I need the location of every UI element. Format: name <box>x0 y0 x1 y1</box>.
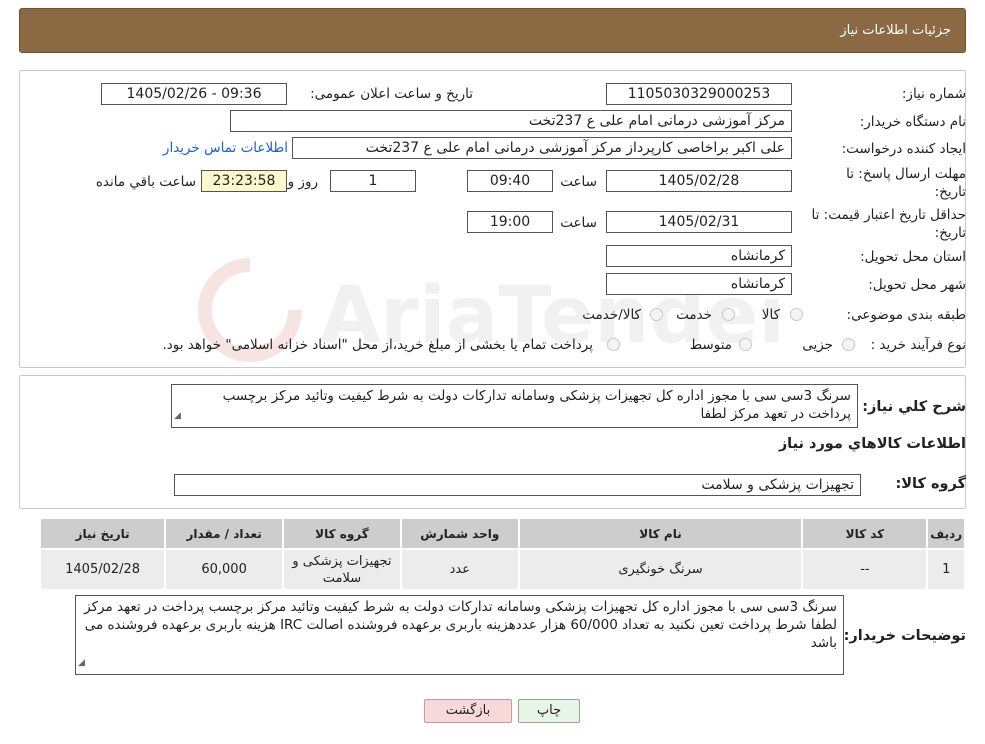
province-label: استان محل تحویل: <box>860 249 966 265</box>
items-section-title: اطلاعات کالاهاي مورد نياز <box>778 436 966 452</box>
description-text: سرنگ 3سی سی با مجوز اداره کل تجهیزات پزش… <box>222 388 851 422</box>
category-option-goods-service: کالا/خدمت <box>582 307 641 323</box>
table-header-row: ردیف کد کالا نام کالا واحد شمارش گروه کا… <box>38 517 966 550</box>
col-date-header: تاریخ نیاز <box>38 517 167 550</box>
process-radio-medium[interactable] <box>739 338 752 351</box>
col-code-header: کد کالا <box>801 517 929 550</box>
cell-unit: عدد <box>399 548 520 591</box>
category-radio-goods[interactable] <box>790 308 803 321</box>
deadline-time-field: 09:40 <box>467 170 553 192</box>
process-note: پرداخت تمام یا بخشی از مبلغ خرید،از محل … <box>162 337 593 353</box>
resize-grip-icon[interactable]: ◢ <box>78 654 85 672</box>
process-radio-minor[interactable] <box>842 338 855 351</box>
col-qty-header: تعداد / مقدار <box>164 517 285 550</box>
buyer-notes-label: توضیحات خریدار: <box>843 628 966 644</box>
col-group-header: گروه کالا <box>282 517 402 550</box>
creator-label: ایجاد کننده درخواست: <box>841 141 966 157</box>
days-field: 1 <box>330 170 416 192</box>
announce-label: تاریخ و ساعت اعلان عمومی: <box>310 86 473 102</box>
category-radio-service[interactable] <box>722 308 735 321</box>
city-field: کرمانشاه <box>606 273 792 295</box>
contact-buyer-link[interactable]: اطلاعات تماس خریدار <box>163 140 288 156</box>
cell-row-number: 1 <box>926 548 966 591</box>
validity-date-field: 1405/02/31 <box>606 211 792 233</box>
items-table: ردیف کد کالا نام کالا واحد شمارش گروه کا… <box>38 517 966 591</box>
cell-group: تجهیزات پزشکی و سلامت <box>282 548 402 591</box>
group-field: تجهیزات پزشکی و سلامت <box>174 474 861 496</box>
deadline-date-field: 1405/02/28 <box>606 170 792 192</box>
col-name-header: نام کالا <box>517 517 804 550</box>
table-row: 1 -- سرنگ خونگیری عدد تجهیزات پزشکی و سل… <box>38 548 966 591</box>
category-option-goods: کالا <box>761 307 780 323</box>
province-field: کرمانشاه <box>606 245 792 267</box>
need-number-field: 1105030329000253 <box>606 83 792 105</box>
process-radio-treasury[interactable] <box>607 338 620 351</box>
cell-code: -- <box>801 548 929 591</box>
description-label: شرح کلي نياز: <box>862 399 966 415</box>
category-label: طبقه بندی موضوعی: <box>846 307 966 323</box>
remaining-time-field: 23:23:58 <box>201 170 287 192</box>
resize-grip-icon[interactable]: ◢ <box>174 407 181 425</box>
cell-name: سرنگ خونگیری <box>517 548 804 591</box>
print-button[interactable]: چاپ <box>518 699 580 723</box>
days-label: روز و <box>287 174 318 190</box>
buyer-notes-textarea[interactable]: سرنگ 3سی سی با مجوز اداره کل تجهیزات پزش… <box>75 595 844 675</box>
category-option-service: خدمت <box>676 307 712 323</box>
validity-label: حداقل تاریخ اعتبار قیمت: تا تاریخ: <box>811 207 966 241</box>
cell-quantity: 60,000 <box>164 548 285 591</box>
buyer-org-field: مرکز آموزشی درمانی امام علی ع 237تخت <box>230 110 792 132</box>
creator-field: علی اکبر براخاصی کارپرداز مرکز آموزشی در… <box>292 137 792 159</box>
col-unit-header: واحد شمارش <box>399 517 520 550</box>
deadline-time-label: ساعت <box>560 174 597 190</box>
process-option-minor: جزیی <box>802 337 833 353</box>
description-textarea[interactable]: سرنگ 3سی سی با مجوز اداره کل تجهیزات پزش… <box>171 384 858 428</box>
deadline-label: مهلت ارسال پاسخ: تا تاریخ: <box>846 166 966 200</box>
buyer-org-label: نام دستگاه خریدار: <box>859 114 966 130</box>
category-radio-goods-service[interactable] <box>650 308 663 321</box>
page-title: جزئیات اطلاعات نیاز <box>840 23 951 38</box>
need-number-label: شماره نیاز: <box>901 86 966 102</box>
validity-time-field: 19:00 <box>467 211 553 233</box>
process-option-medium: متوسط <box>689 337 732 353</box>
group-label: گروه کالا: <box>895 476 966 492</box>
back-button[interactable]: بازگشت <box>424 699 512 723</box>
city-label: شهر محل تحویل: <box>868 277 966 293</box>
buyer-notes-text: سرنگ 3سی سی با مجوز اداره کل تجهیزات پزش… <box>84 599 837 651</box>
cell-need-date: 1405/02/28 <box>38 548 167 591</box>
remaining-label: ساعت باقي مانده <box>95 174 196 190</box>
announce-field: 1405/02/26 - 09:36 <box>101 83 287 105</box>
process-label: نوع فرآیند خرید : <box>870 337 966 353</box>
page-header: جزئیات اطلاعات نیاز <box>19 8 966 53</box>
validity-time-label: ساعت <box>560 215 597 231</box>
col-row-header: ردیف <box>926 517 966 550</box>
